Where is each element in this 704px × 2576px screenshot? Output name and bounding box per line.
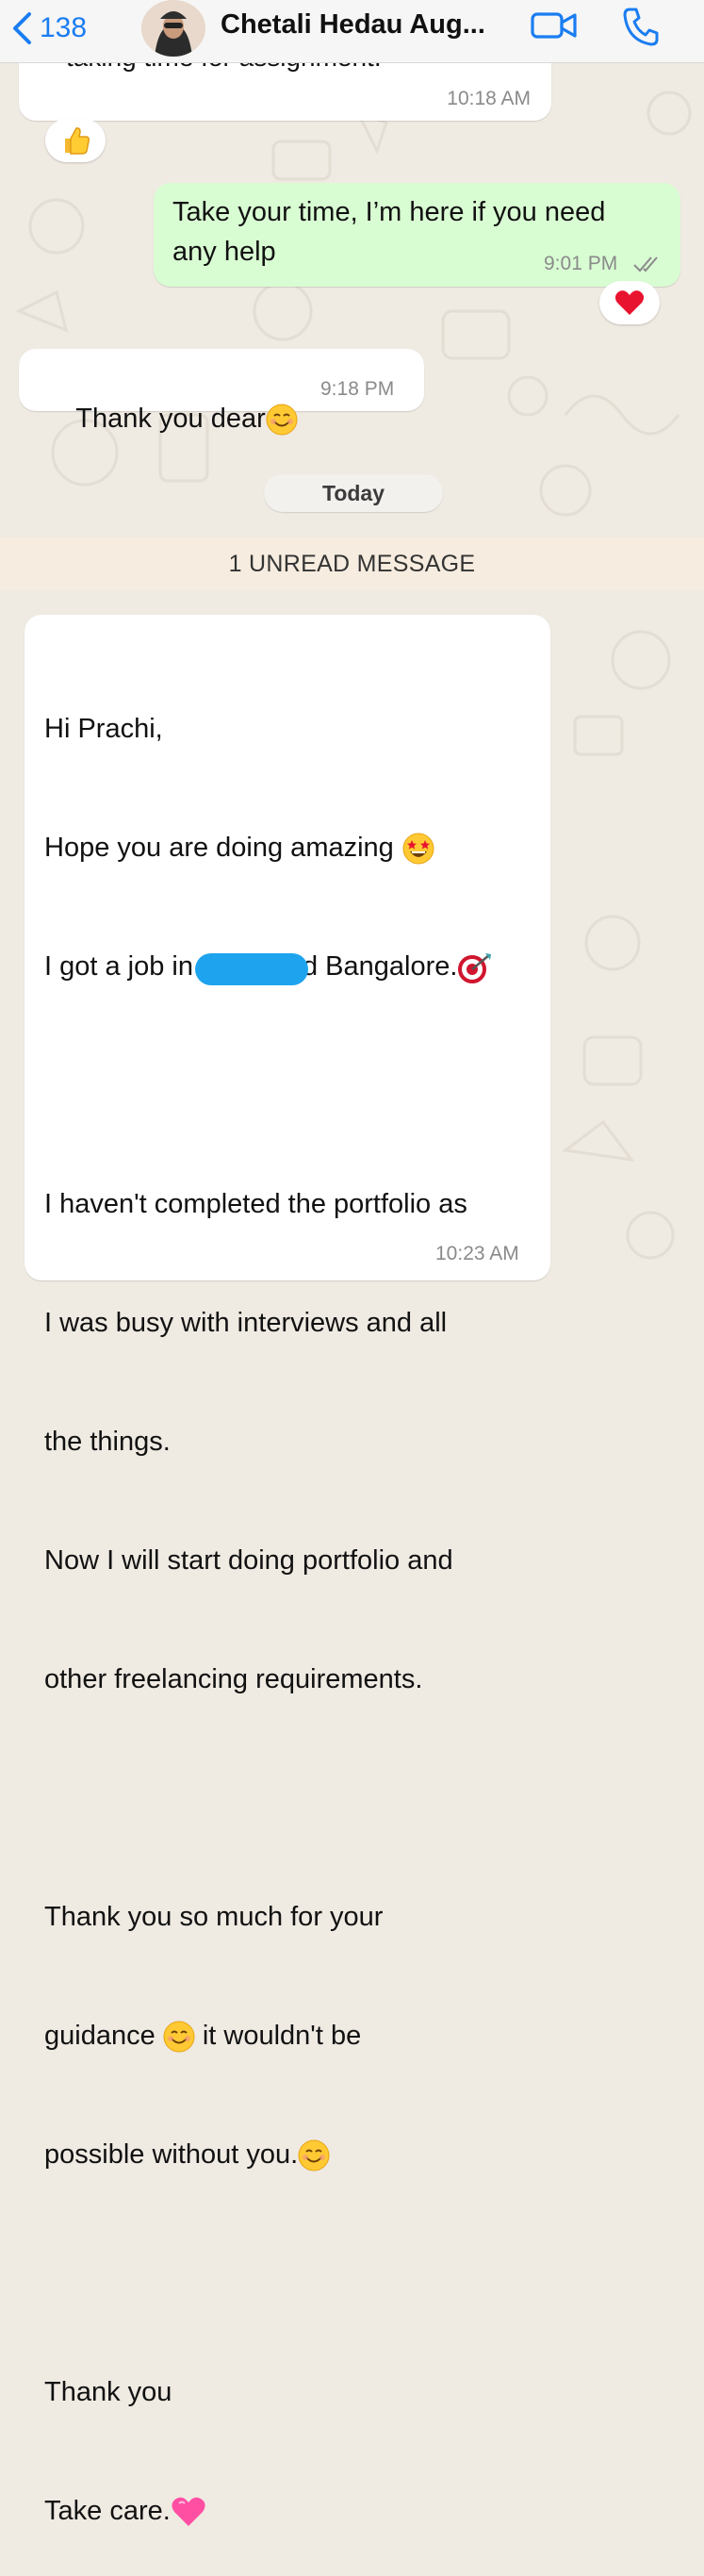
message-line: any help bbox=[172, 237, 276, 267]
message-line: guidance it wouldn't be bbox=[44, 2016, 544, 2056]
unread-count: 138 bbox=[40, 12, 88, 43]
message-time: 10:23 AM bbox=[435, 1243, 519, 1264]
message-line: Now I will start doing portfolio and bbox=[44, 1545, 453, 1576]
star-struck-emoji bbox=[402, 833, 434, 865]
message-line-text: possible without you. bbox=[44, 2139, 299, 2170]
date-separator: Today bbox=[264, 474, 443, 512]
message-time: 9:01 PM bbox=[544, 253, 618, 274]
contact-name[interactable]: Chetali Hedau Aug... bbox=[221, 9, 485, 41]
message-body: Hi Prachi, Hope you are doing amazing I … bbox=[44, 630, 544, 2576]
thumbs-up-icon bbox=[65, 127, 90, 155]
message-time: 10:18 AM bbox=[447, 88, 531, 109]
chevron-left-icon bbox=[13, 12, 31, 44]
message-line-text: it wouldn't be bbox=[202, 2021, 362, 2051]
message-line-text: I got a job in bbox=[44, 951, 193, 982]
chat-header: 138 Chetali Hedau Aug... bbox=[0, 0, 704, 63]
message-time: 9:18 PM bbox=[320, 378, 395, 400]
message-line: I haven't completed the portfolio as bbox=[44, 1189, 467, 1219]
message-line: Hi Prachi, bbox=[44, 714, 163, 744]
contact-avatar[interactable] bbox=[141, 0, 205, 57]
message-text: Thank you dear bbox=[45, 359, 298, 478]
redaction-mark bbox=[195, 953, 308, 986]
message-line: Take your time, I’m here if you need bbox=[172, 197, 606, 227]
phone-icon[interactable] bbox=[622, 6, 660, 47]
unread-messages-banner: 1 UNREAD MESSAGE bbox=[0, 537, 704, 590]
message-line: possible without you. bbox=[44, 2135, 544, 2174]
reaction-thumbs-up[interactable] bbox=[45, 119, 106, 162]
smiling-face-emoji bbox=[266, 404, 298, 436]
reaction-red-heart[interactable] bbox=[599, 281, 660, 324]
smiling-face-emoji bbox=[298, 2139, 330, 2171]
message-line: I got a job in d Bangalore. bbox=[44, 947, 544, 986]
message-line: I was busy with interviews and all bbox=[44, 1308, 448, 1338]
message-line-text: d Bangalore. bbox=[303, 951, 458, 982]
message-text-content: Thank you dear bbox=[75, 404, 266, 434]
message-line: the things. bbox=[44, 1427, 171, 1457]
pink-heart-emoji bbox=[172, 2498, 205, 2527]
back-button[interactable]: 138 bbox=[11, 8, 87, 49]
double-check-icon bbox=[633, 256, 658, 272]
message-bubble-incoming[interactable]: Thank you dear 9:18 PM bbox=[19, 349, 424, 436]
message-line: Thank you so much for your bbox=[44, 1902, 384, 1932]
message-line: Thank you bbox=[44, 2377, 172, 2407]
message-line-text: guidance bbox=[44, 2021, 156, 2051]
smiling-face-emoji bbox=[163, 2021, 195, 2053]
message-line-text: Hope you are doing amazing bbox=[44, 833, 394, 863]
message-line-text: Take care. bbox=[44, 2496, 171, 2526]
message-bubble-incoming[interactable]: Hi Prachi, Hope you are doing amazing I … bbox=[25, 615, 550, 2527]
message-line: other freelancing requirements. bbox=[44, 1664, 423, 1694]
message-line: Take care. bbox=[44, 2491, 544, 2531]
direct-hit-emoji bbox=[458, 953, 492, 984]
video-camera-icon[interactable] bbox=[530, 6, 579, 43]
red-heart-icon bbox=[614, 290, 645, 315]
message-line: Hope you are doing amazing bbox=[44, 828, 544, 867]
avatar-image bbox=[141, 0, 205, 57]
message-bubble-outgoing[interactable]: Take your time, I’m here if you need any… bbox=[154, 183, 680, 287]
